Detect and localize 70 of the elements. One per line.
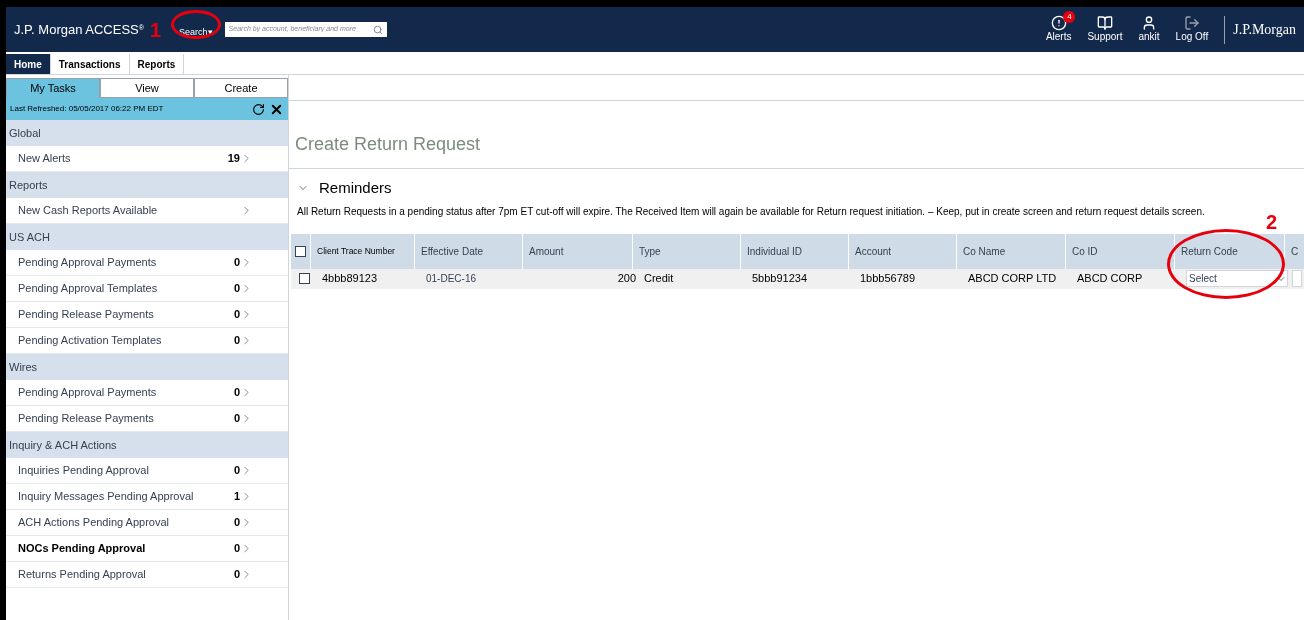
column-header: Effective Date — [414, 233, 522, 269]
task-count: 0 — [233, 333, 240, 349]
table-cell-text: 1bbb56789 — [859, 271, 917, 287]
column-header: Co Name — [956, 233, 1065, 269]
task-count: 0 — [233, 281, 240, 297]
table-cell-text: 5bbb91234 — [751, 271, 809, 287]
column-header: Type — [632, 233, 740, 269]
group-header: Wires — [6, 354, 288, 380]
logoff-action[interactable]: Log Off — [1167, 15, 1217, 44]
reminder-text: All Return Requests in a pending status after 7pm ET cut-off will expire. The Received Item will again be available for Return request initiation. – Keep, put in create screen and return request details screen. — [296, 204, 1206, 219]
checkbox[interactable] — [299, 273, 310, 284]
table-cell-text: ABCD CORP LTD — [967, 271, 1058, 287]
annotation-number: 2 — [1266, 210, 1278, 235]
table-cell-text: 01-DEC-16 — [425, 272, 478, 286]
book-icon — [1096, 15, 1113, 32]
sidebar-item[interactable]: Inquiry Messages Pending Approval 1 — [6, 484, 288, 510]
annotation-number: 1 — [149, 19, 162, 40]
group-header: US ACH — [6, 224, 288, 250]
table-cell-text: 4bbb89123 — [321, 271, 379, 287]
task-count: 0 — [233, 463, 240, 479]
annotation-ellipse — [171, 9, 222, 39]
column-header: Co ID — [1065, 233, 1174, 269]
alert-icon — [1050, 15, 1067, 32]
bank-logo: J.P.Morgan — [1233, 21, 1296, 39]
table-cell-text: ABCD CORP — [1076, 271, 1144, 287]
sidebar-item[interactable]: Pending Release Payments 0 — [6, 302, 288, 328]
brand-name: J.P. Morgan ACCESS$^{®}$ — [14, 20, 144, 39]
sidebar-item[interactable]: Returns Pending Approval 0 — [6, 562, 288, 588]
task-count: 0 — [233, 567, 240, 583]
alert-count-badge: 4 — [1063, 11, 1076, 24]
column-header: Return Code — [1174, 233, 1284, 269]
return-code-select[interactable]: Select — [1186, 270, 1288, 287]
sidebar-tab[interactable]: View — [100, 78, 194, 98]
table-cell-text: Credit — [643, 271, 675, 287]
support-action[interactable]: Support — [1079, 15, 1131, 44]
reminders-toggle[interactable]: Reminders — [297, 177, 392, 200]
sidebar-tab[interactable]: Create — [194, 78, 288, 98]
page-title: Create Return Request — [295, 134, 481, 154]
search-icon — [372, 24, 383, 35]
sidebar-item[interactable]: Pending Approval Payments 0 — [6, 380, 288, 406]
sidebar-item[interactable]: Inquiries Pending Approval 0 — [6, 458, 288, 484]
group-header: Inquiry & ACH Actions — [6, 432, 288, 458]
sidebar-item[interactable]: Pending Approval Payments 0 — [6, 250, 288, 276]
table-cell-text: 200 — [616, 271, 637, 287]
last-refreshed-text: Last Refreshed: 05/05/2017 06:22 PM EDT — [10, 103, 165, 115]
sidebar-item[interactable]: NOCs Pending Approval 0 — [6, 536, 288, 562]
column-header: Account — [848, 233, 956, 269]
nav-tab[interactable]: Home — [6, 54, 51, 74]
task-count: 0 — [233, 515, 240, 531]
group-header: Reports — [6, 172, 288, 198]
column-header: Individual ID — [740, 233, 848, 269]
checkbox[interactable] — [295, 245, 306, 257]
column-header: C — [1284, 233, 1304, 269]
task-count: 0 — [233, 307, 240, 323]
task-count: 19 — [227, 151, 240, 167]
sidebar-item[interactable]: Pending Approval Templates 0 — [6, 276, 288, 302]
task-count: 0 — [233, 411, 240, 427]
task-count: 0 — [233, 385, 240, 401]
logout-icon — [1183, 15, 1200, 32]
search-menu[interactable]: Search▾ — [179, 25, 213, 39]
group-header: Global — [6, 120, 288, 146]
sidebar-tab[interactable]: My Tasks — [6, 78, 100, 98]
column-header: Amount — [522, 233, 632, 269]
task-count: 0 — [233, 541, 240, 557]
task-count: 0 — [233, 255, 240, 271]
column-header: Client Trace Number — [310, 233, 414, 269]
task-count: 1 — [233, 489, 240, 505]
sidebar-item[interactable]: ACH Actions Pending Approval 0 — [6, 510, 288, 536]
refresh-icon[interactable] — [252, 102, 265, 116]
user-action[interactable]: ankit — [1130, 15, 1168, 44]
